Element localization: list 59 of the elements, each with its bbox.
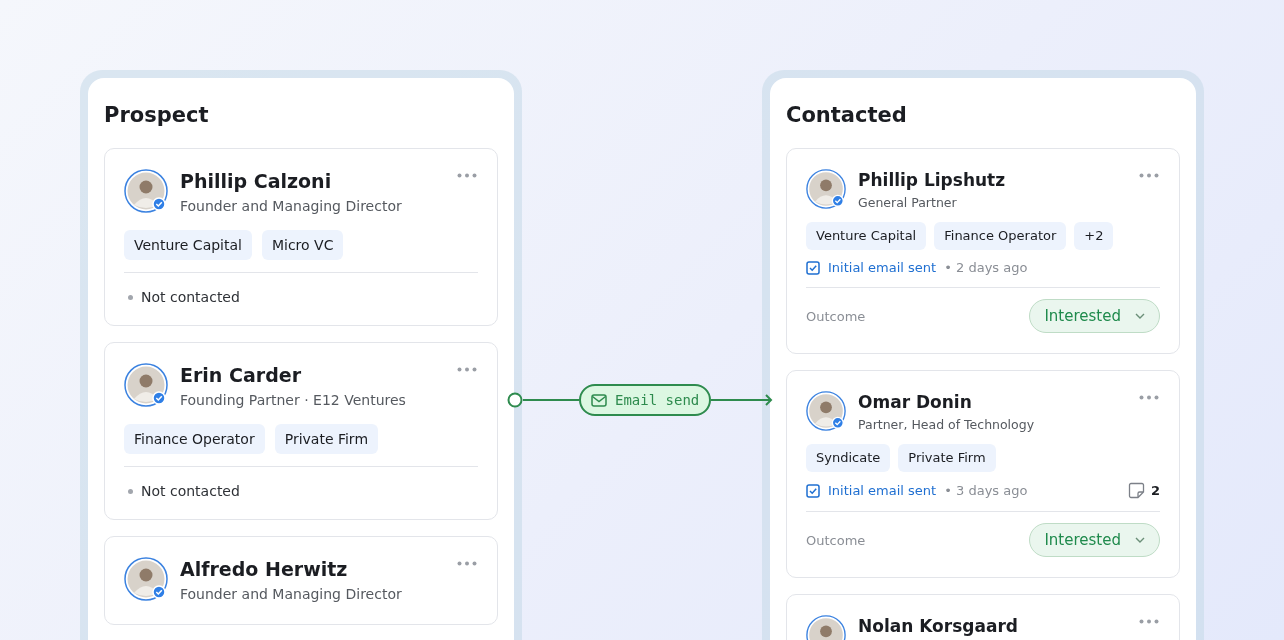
avatar-icon	[806, 169, 846, 209]
status-dot-icon	[128, 294, 133, 300]
contact-card[interactable]: Phillip Lipshutz General Partner Venture Capital Finance Operator +2 Initial email sent • 2 days ago Outcome Interested	[786, 148, 1180, 354]
mail-icon	[591, 393, 607, 407]
avatar-icon	[124, 363, 168, 407]
contact-card[interactable]: Nolan Korsgaard	[786, 594, 1180, 640]
contact-name: Phillip Lipshutz	[858, 169, 1006, 191]
tag-chip: Private Firm	[898, 444, 996, 472]
outcome-label: Outcome	[806, 308, 866, 324]
status-dot-icon	[128, 488, 133, 494]
tag-chip: Finance Operator	[124, 424, 265, 454]
contact-role: General Partner	[858, 194, 958, 212]
status-text: Not contacted	[141, 483, 240, 499]
tag-chip: +2	[1074, 222, 1114, 250]
activity-time: • 2 days ago	[944, 260, 1028, 275]
contact-card[interactable]: Phillip Calzoni Founder and Managing Director Venture Capital Micro VC Not contacted	[104, 148, 498, 326]
contact-name: Nolan Korsgaard	[858, 615, 1018, 637]
contact-role: Founding Partner · E12 Ventures	[180, 391, 406, 410]
contact-role: Founder and Managing Director	[180, 197, 402, 216]
tag-chip: Private Firm	[274, 424, 379, 454]
more-options-icon[interactable]	[457, 173, 477, 178]
activity-label[interactable]: Initial email sent	[828, 483, 937, 498]
notes-count: 2	[1150, 483, 1160, 498]
tag-chip: Micro VC	[261, 230, 344, 260]
checkbox-icon	[806, 483, 820, 498]
contact-name: Phillip Calzoni	[180, 169, 333, 193]
column-title: Prospect	[104, 102, 210, 128]
status-text: Not contacted	[141, 289, 240, 305]
column-title: Contacted	[786, 102, 908, 128]
step-label: Email send	[615, 392, 700, 408]
contact-card[interactable]: Omar Donin Partner, Head of Technology Syndicate Private Firm Initial email sent • 3 days ago 2 Outcome Interested	[786, 370, 1180, 578]
avatar-icon	[124, 557, 168, 601]
contact-role: Partner, Head of Technology	[858, 416, 1035, 434]
avatar-icon	[806, 391, 846, 431]
more-options-icon[interactable]	[1139, 173, 1159, 178]
outcome-dropdown[interactable]: Interested	[1029, 299, 1160, 333]
more-options-icon[interactable]	[457, 561, 477, 566]
checkbox-icon	[806, 260, 820, 275]
contact-name: Omar Donin	[858, 391, 973, 413]
note-icon	[1127, 482, 1145, 499]
contact-name: Erin Carder	[180, 363, 302, 387]
avatar-icon	[124, 169, 168, 213]
tag-chip: Syndicate	[806, 444, 891, 472]
more-options-icon[interactable]	[1139, 395, 1159, 400]
tag-chip: Venture Capital	[806, 222, 927, 250]
contact-name: Alfredo Herwitz	[180, 557, 349, 581]
contact-role: Founder and Managing Director	[180, 585, 402, 604]
outcome-label: Outcome	[806, 532, 866, 548]
more-options-icon[interactable]	[1139, 619, 1159, 624]
activity-time: • 3 days ago	[944, 483, 1028, 498]
outcome-dropdown[interactable]: Interested	[1029, 523, 1160, 557]
contact-card[interactable]: Erin Carder Founding Partner · E12 Ventures Finance Operator Private Firm Not contacted	[104, 342, 498, 520]
tag-chip: Finance Operator	[934, 222, 1067, 250]
chevron-down-icon	[1135, 537, 1145, 543]
contact-card[interactable]: Alfredo Herwitz Founder and Managing Director	[104, 536, 498, 625]
tag-chip: Venture Capital	[124, 230, 252, 260]
activity-label[interactable]: Initial email sent	[828, 260, 937, 275]
more-options-icon[interactable]	[457, 367, 477, 372]
chevron-down-icon	[1135, 313, 1145, 319]
